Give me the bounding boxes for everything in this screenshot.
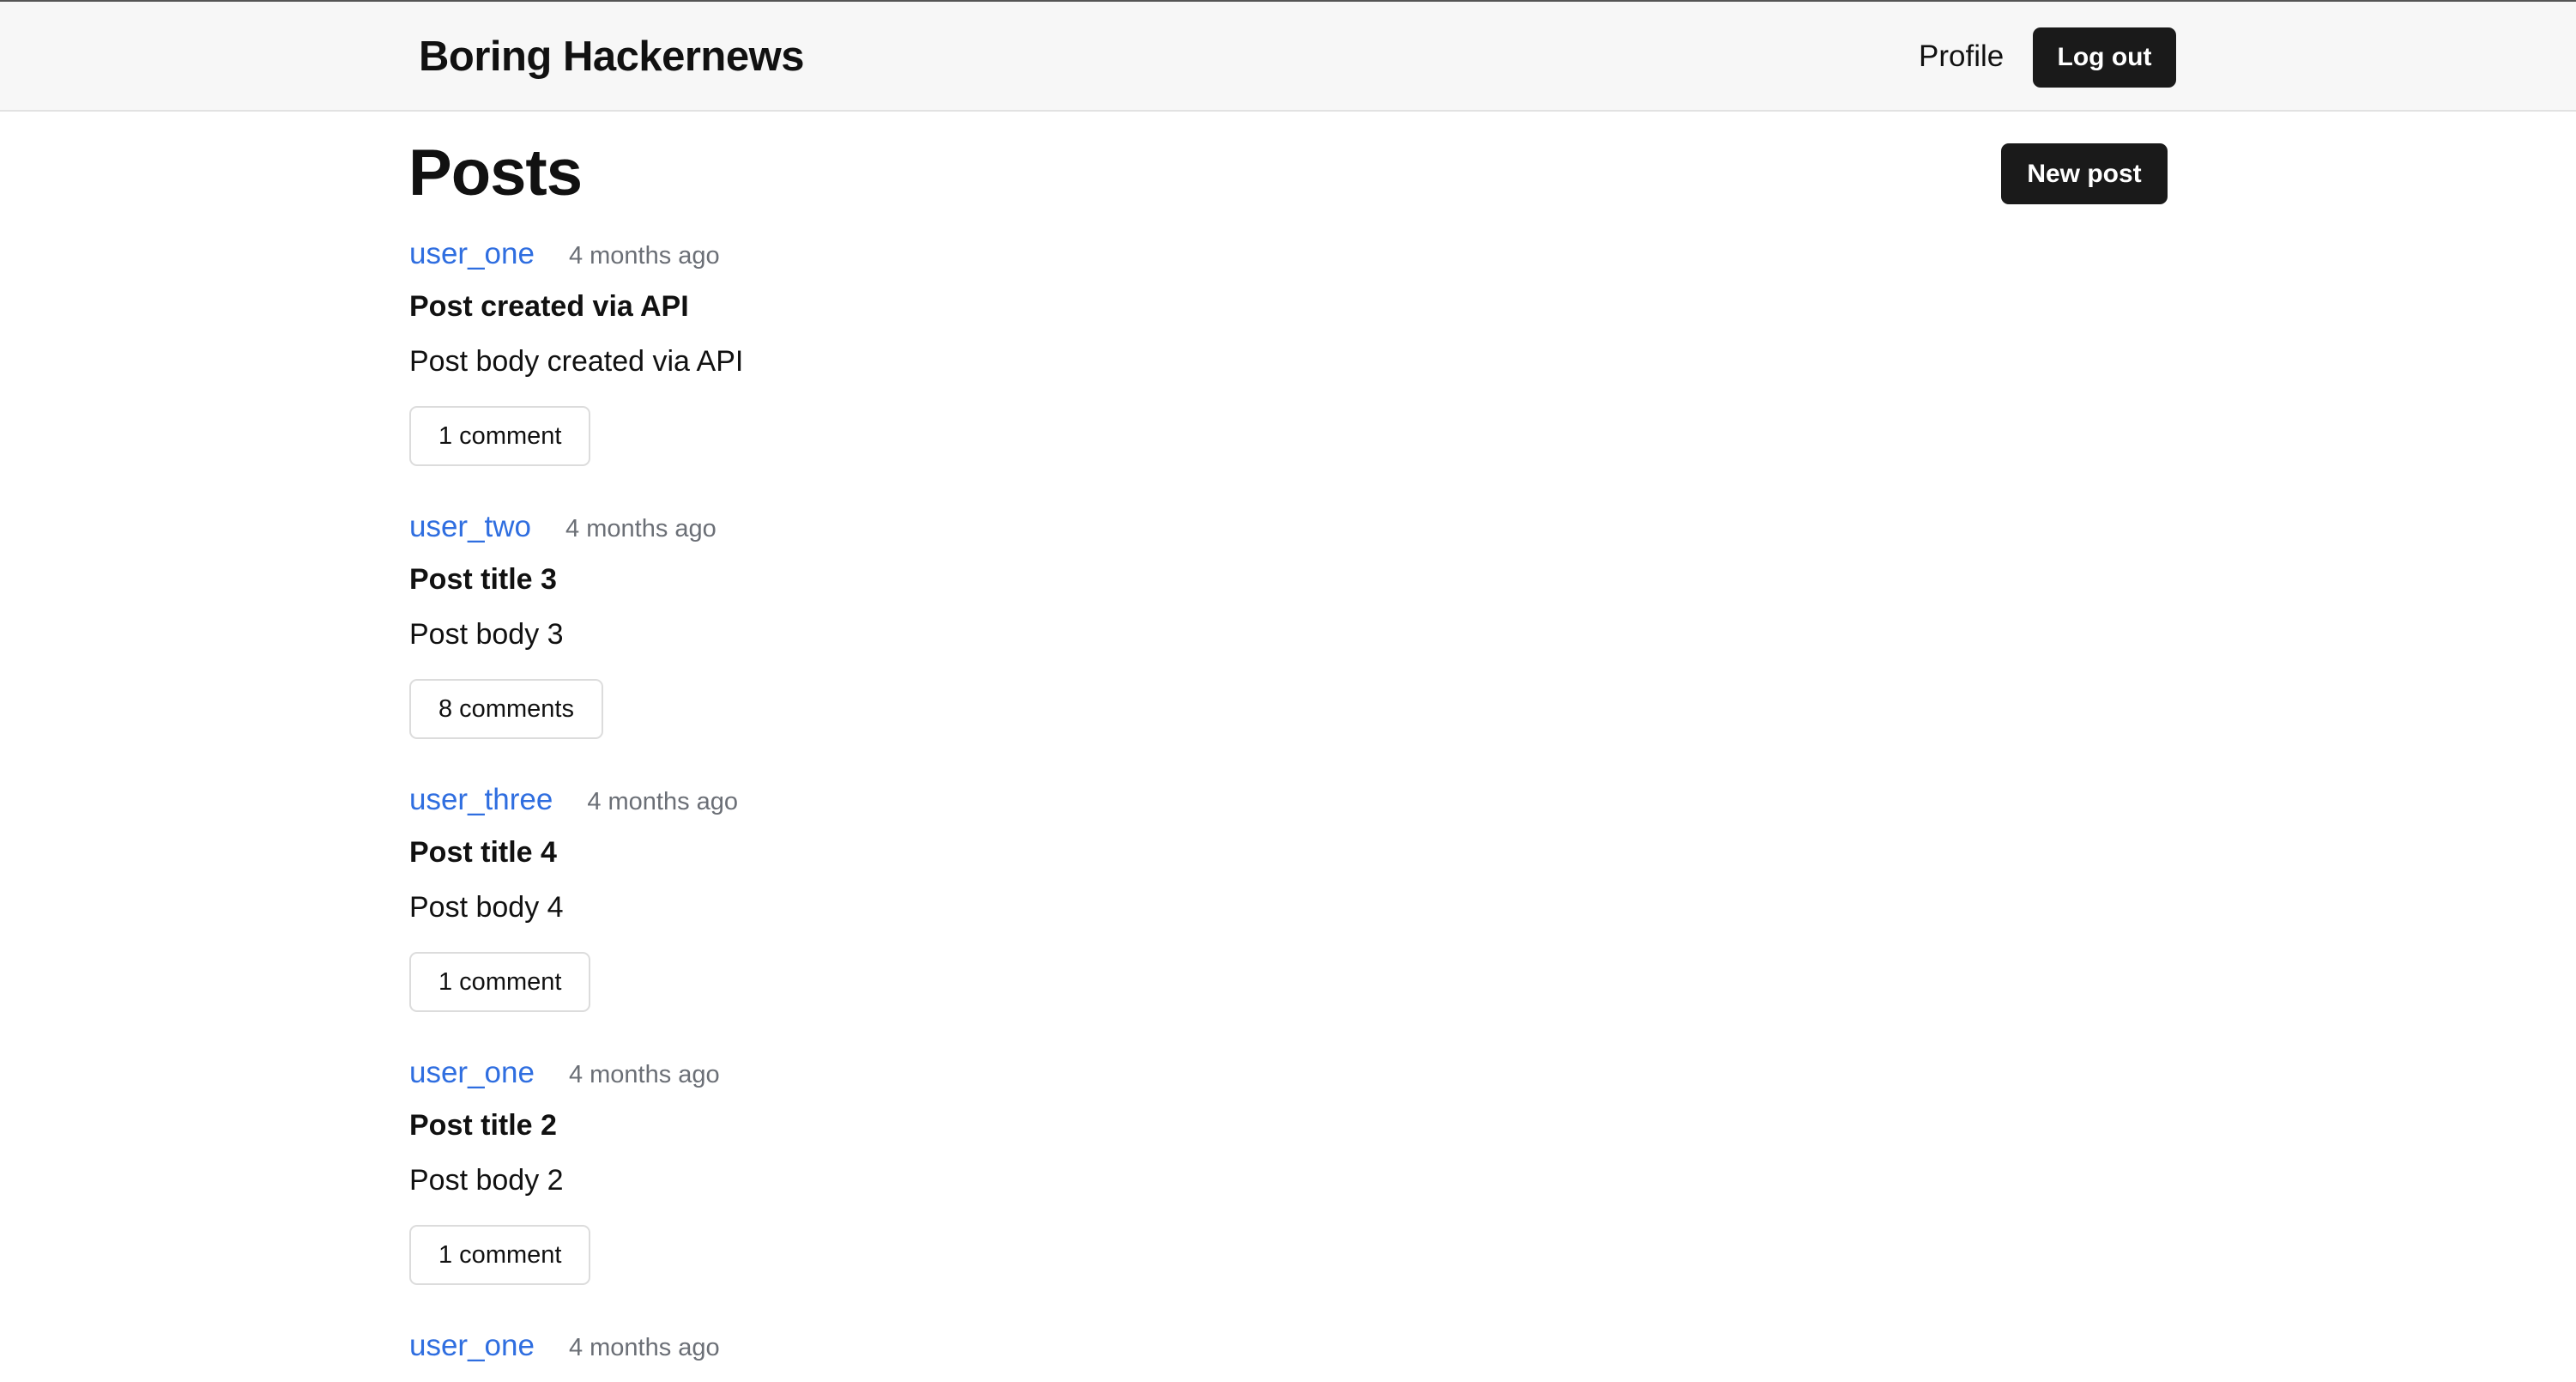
post-title: Post title 4 xyxy=(409,836,557,869)
post-body: Post body 4 xyxy=(409,891,564,924)
post-meta: user_one 4 months ago xyxy=(409,237,720,275)
comments-button[interactable]: 1 comment xyxy=(409,406,591,466)
post-timestamp: 4 months ago xyxy=(568,1061,720,1088)
post-item: user_one 4 months ago Post title 2 Post … xyxy=(409,1056,1439,1313)
post-meta: user_one 4 months ago xyxy=(409,1056,720,1094)
post-body: Post body 3 xyxy=(409,618,564,651)
site-brand[interactable]: Boring Hackernews xyxy=(419,33,805,81)
post-item: user_one 4 months ago Post created via A… xyxy=(409,237,1439,494)
comments-button[interactable]: 1 comment xyxy=(409,1225,591,1285)
post-meta: user_two 4 months ago xyxy=(409,510,717,548)
new-post-button[interactable]: New post xyxy=(2001,143,2168,204)
post-title: Post created via API xyxy=(409,290,689,323)
post-timestamp: 4 months ago xyxy=(565,515,717,542)
post-author-link[interactable]: user_one xyxy=(409,237,535,271)
post-body: Post body 2 xyxy=(409,1164,564,1197)
post-author-link[interactable]: user_three xyxy=(409,783,553,817)
post-author-link[interactable]: user_two xyxy=(409,510,531,544)
post-item: user_two 4 months ago Post title 3 Post … xyxy=(409,510,1439,767)
post-author-link[interactable]: user_one xyxy=(409,1329,535,1363)
post-meta: user_three 4 months ago xyxy=(409,783,738,821)
post-meta: user_one 4 months ago xyxy=(409,1329,720,1367)
comments-button[interactable]: 1 comment xyxy=(409,952,591,1012)
post-timestamp: 4 months ago xyxy=(587,788,739,815)
post-title: Post title 3 xyxy=(409,563,557,596)
top-navbar: Boring Hackernews Profile Log out xyxy=(0,0,2576,112)
comments-button[interactable]: 8 comments xyxy=(409,679,603,739)
logout-button[interactable]: Log out xyxy=(2033,27,2176,88)
post-body: Post body created via API xyxy=(409,345,744,378)
post-item: user_one 4 months ago xyxy=(409,1329,1439,1380)
post-timestamp: 4 months ago xyxy=(568,242,720,270)
post-author-link[interactable]: user_one xyxy=(409,1056,535,1090)
profile-link[interactable]: Profile xyxy=(1919,39,2004,74)
page-title: Posts xyxy=(408,136,583,209)
post-item: user_three 4 months ago Post title 4 Pos… xyxy=(409,783,1439,1040)
post-title: Post title 2 xyxy=(409,1109,557,1142)
post-timestamp: 4 months ago xyxy=(568,1334,720,1361)
